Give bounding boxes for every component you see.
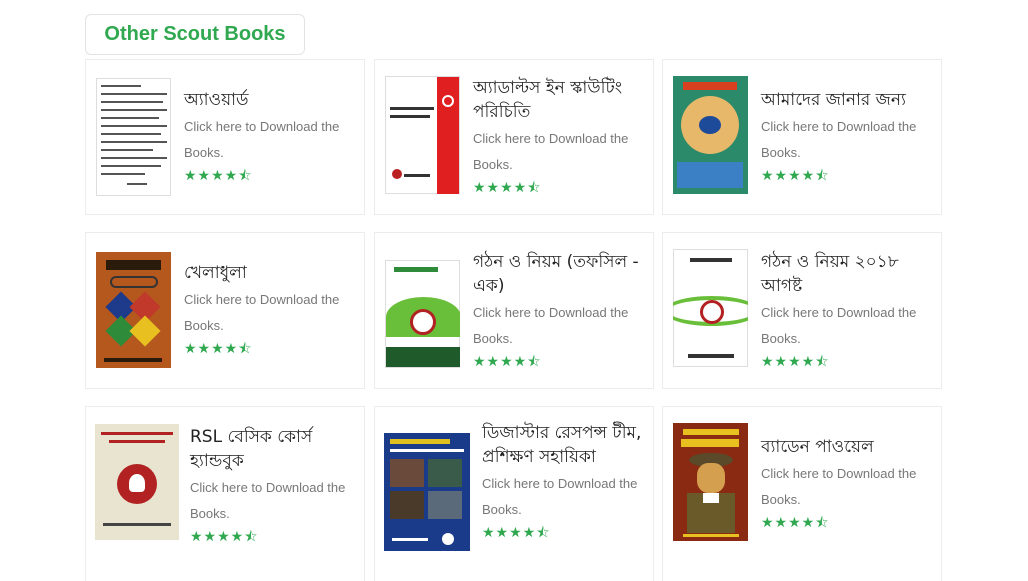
half-star-icon: ⯪ bbox=[238, 341, 253, 357]
star-icon: ★★★★ bbox=[761, 168, 816, 184]
book-card[interactable]: আমাদের জানার জন্য Click here to Download… bbox=[662, 59, 942, 215]
download-link[interactable]: Click here to Download the Books. bbox=[473, 126, 645, 178]
star-icon: ★★★★ bbox=[761, 515, 816, 531]
book-card[interactable]: ব্যাডেন পাওয়েল Click here to Download t… bbox=[662, 406, 942, 581]
star-rating: ★★★★⯪ bbox=[184, 341, 356, 357]
book-card[interactable]: গঠন ও নিয়ম (তফসিল - এক) Click here to D… bbox=[374, 232, 654, 389]
star-icon: ★★★★ bbox=[473, 354, 528, 370]
book-cover[interactable] bbox=[96, 78, 171, 196]
star-rating: ★★★★⯪ bbox=[473, 354, 645, 370]
section-title: Other Scout Books bbox=[85, 14, 305, 55]
download-link[interactable]: Click here to Download the Books. bbox=[761, 461, 933, 513]
star-rating: ★★★★⯪ bbox=[761, 354, 933, 370]
half-star-icon: ⯪ bbox=[244, 529, 259, 545]
section-title-text: Other Scout Books bbox=[104, 23, 286, 45]
book-cover[interactable] bbox=[384, 433, 470, 551]
star-icon: ★★★★ bbox=[473, 180, 528, 196]
book-title[interactable]: ব্যাডেন পাওয়েল bbox=[761, 435, 933, 459]
star-icon: ★★★★ bbox=[761, 354, 816, 370]
star-rating: ★★★★⯪ bbox=[761, 515, 933, 531]
book-title[interactable]: খেলাধুলা bbox=[184, 261, 356, 285]
book-title[interactable]: RSL বেসিক কোর্স হ্যান্ডবুক bbox=[190, 425, 356, 473]
star-rating: ★★★★⯪ bbox=[473, 180, 645, 196]
book-title[interactable]: গঠন ও নিয়ম (তফসিল - এক) bbox=[473, 250, 645, 298]
half-star-icon: ⯪ bbox=[527, 354, 542, 370]
book-card[interactable]: খেলাধুলা Click here to Download the Book… bbox=[85, 232, 365, 389]
book-card[interactable]: ডিজাস্টার রেসপন্স টীম, প্রশিক্ষণ সহায়িক… bbox=[374, 406, 654, 581]
download-link[interactable]: Click here to Download the Books. bbox=[761, 114, 933, 166]
star-icon: ★★★★ bbox=[184, 341, 239, 357]
download-link[interactable]: Click here to Download the Books. bbox=[473, 300, 645, 352]
half-star-icon: ⯪ bbox=[815, 168, 830, 184]
star-rating: ★★★★⯪ bbox=[184, 168, 356, 184]
star-icon: ★★★★ bbox=[482, 525, 537, 541]
book-cover[interactable] bbox=[673, 249, 748, 367]
half-star-icon: ⯪ bbox=[527, 180, 542, 196]
star-icon: ★★★★ bbox=[184, 168, 239, 184]
star-rating: ★★★★⯪ bbox=[482, 525, 645, 541]
half-star-icon: ⯪ bbox=[815, 354, 830, 370]
book-cover[interactable] bbox=[385, 260, 460, 368]
book-cover[interactable] bbox=[96, 252, 171, 368]
book-card[interactable]: RSL বেসিক কোর্স হ্যান্ডবুক Click here to… bbox=[85, 406, 365, 581]
book-title[interactable]: আমাদের জানার জন্য bbox=[761, 88, 933, 112]
download-link[interactable]: Click here to Download the Books. bbox=[190, 475, 356, 527]
book-card[interactable]: গঠন ও নিয়ম ২০১৮ আগষ্ট Click here to Dow… bbox=[662, 232, 942, 389]
book-cover[interactable] bbox=[95, 424, 179, 540]
download-link[interactable]: Click here to Download the Books. bbox=[761, 300, 933, 352]
book-title[interactable]: গঠন ও নিয়ম ২০১৮ আগষ্ট bbox=[761, 250, 933, 298]
half-star-icon: ⯪ bbox=[815, 515, 830, 531]
book-title[interactable]: ডিজাস্টার রেসপন্স টীম, প্রশিক্ষণ সহায়িক… bbox=[482, 421, 645, 469]
book-card[interactable]: অ্যাওয়ার্ড Click here to Download the B… bbox=[85, 59, 365, 215]
star-icon: ★★★★ bbox=[190, 529, 245, 545]
download-link[interactable]: Click here to Download the Books. bbox=[184, 287, 356, 339]
book-cover[interactable] bbox=[673, 423, 748, 541]
half-star-icon: ⯪ bbox=[238, 168, 253, 184]
half-star-icon: ⯪ bbox=[536, 525, 551, 541]
book-cover[interactable] bbox=[385, 76, 460, 194]
book-title[interactable]: অ্যাওয়ার্ড bbox=[184, 88, 356, 112]
book-cover[interactable] bbox=[673, 76, 748, 194]
star-rating: ★★★★⯪ bbox=[761, 168, 933, 184]
book-title[interactable]: অ্যাডাল্টস ইন স্কাউটিং পরিচিতি bbox=[473, 76, 645, 124]
download-link[interactable]: Click here to Download the Books. bbox=[184, 114, 356, 166]
book-card[interactable]: অ্যাডাল্টস ইন স্কাউটিং পরিচিতি Click her… bbox=[374, 59, 654, 215]
star-rating: ★★★★⯪ bbox=[190, 529, 356, 545]
download-link[interactable]: Click here to Download the Books. bbox=[482, 471, 645, 523]
